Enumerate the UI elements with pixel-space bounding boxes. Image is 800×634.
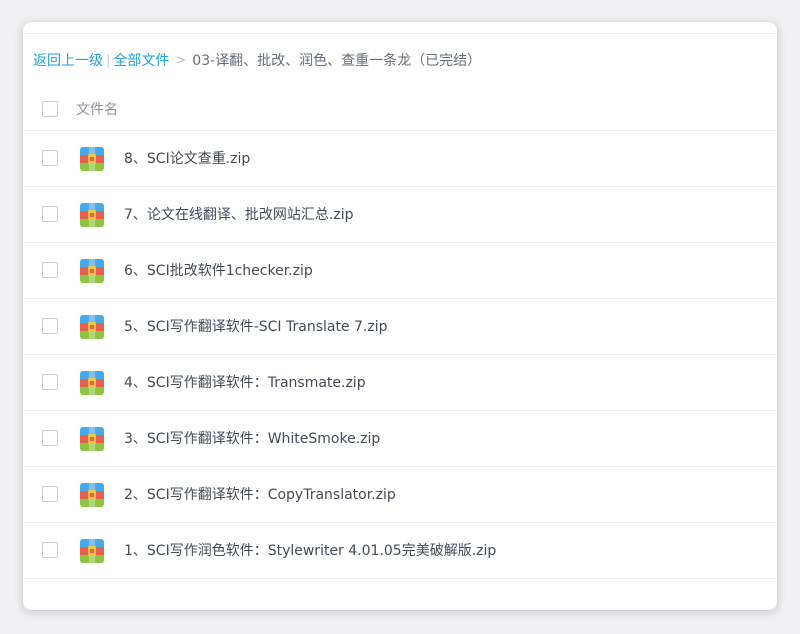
zip-archive-icon	[80, 203, 104, 227]
file-name: 5、SCI写作翻译软件-SCI Translate 7.zip	[124, 319, 388, 335]
file-row[interactable]: 2、SCI写作翻译软件：CopyTranslator.zip	[23, 467, 777, 523]
file-name: 4、SCI写作翻译软件：Transmate.zip	[124, 375, 366, 391]
file-name: 6、SCI批改软件1checker.zip	[124, 263, 313, 279]
file-row[interactable]: 1、SCI写作润色软件：Stylewriter 4.01.05完美破解版.zip	[23, 523, 777, 579]
file-name: 3、SCI写作翻译软件：WhiteSmoke.zip	[124, 431, 381, 447]
file-list: 8、SCI论文查重.zip 7、论文在线翻译、批改网站汇总.zip 6、SCI批…	[23, 131, 777, 579]
file-checkbox[interactable]	[42, 374, 58, 390]
zip-archive-icon	[80, 315, 104, 339]
back-link[interactable]: 返回上一级	[33, 50, 103, 70]
file-checkbox[interactable]	[42, 430, 58, 446]
file-browser-panel: 返回上一级 | 全部文件 > 03-译翻、批改、润色、查重一条龙（已完结） 文件…	[23, 22, 777, 610]
current-folder: 03-译翻、批改、润色、查重一条龙（已完结）	[192, 53, 482, 69]
file-row[interactable]: 5、SCI写作翻译软件-SCI Translate 7.zip	[23, 299, 777, 355]
file-row[interactable]: 4、SCI写作翻译软件：Transmate.zip	[23, 355, 777, 411]
file-name: 7、论文在线翻译、批改网站汇总.zip	[124, 207, 354, 223]
zip-archive-icon	[80, 147, 104, 171]
zip-archive-icon	[80, 483, 104, 507]
breadcrumb-divider: |	[106, 52, 111, 68]
file-checkbox[interactable]	[42, 262, 58, 278]
file-checkbox[interactable]	[42, 318, 58, 334]
file-checkbox[interactable]	[42, 150, 58, 166]
select-all-checkbox[interactable]	[42, 101, 58, 117]
zip-archive-icon	[80, 539, 104, 563]
breadcrumb: 返回上一级 | 全部文件 > 03-译翻、批改、润色、查重一条龙（已完结）	[33, 50, 481, 70]
file-checkbox[interactable]	[42, 206, 58, 222]
file-row[interactable]: 3、SCI写作翻译软件：WhiteSmoke.zip	[23, 411, 777, 467]
file-row[interactable]: 8、SCI论文查重.zip	[23, 131, 777, 187]
top-divider	[23, 33, 777, 34]
zip-archive-icon	[80, 427, 104, 451]
zip-archive-icon	[80, 371, 104, 395]
file-checkbox[interactable]	[42, 486, 58, 502]
file-row[interactable]: 7、论文在线翻译、批改网站汇总.zip	[23, 187, 777, 243]
file-name: 1、SCI写作润色软件：Stylewriter 4.01.05完美破解版.zip	[124, 543, 497, 559]
breadcrumb-separator: >	[175, 52, 187, 68]
file-checkbox[interactable]	[42, 542, 58, 558]
all-files-link[interactable]: 全部文件	[113, 50, 169, 70]
filename-column-header: 文件名	[76, 102, 118, 118]
file-name: 8、SCI论文查重.zip	[124, 151, 251, 167]
file-row[interactable]: 6、SCI批改软件1checker.zip	[23, 243, 777, 299]
file-name: 2、SCI写作翻译软件：CopyTranslator.zip	[124, 487, 396, 503]
list-header: 文件名	[23, 90, 777, 131]
zip-archive-icon	[80, 259, 104, 283]
